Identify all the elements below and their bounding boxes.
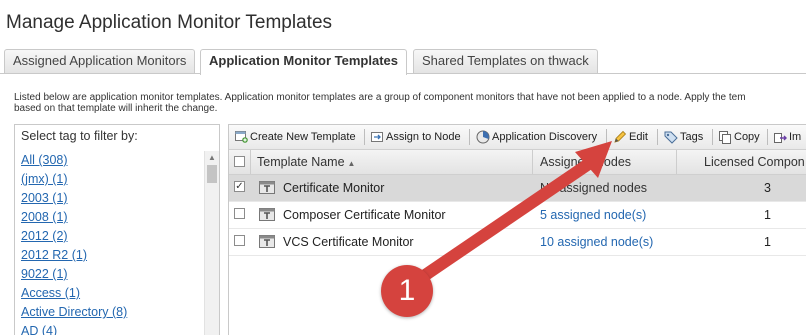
assign-to-node-button[interactable]: Assign to Node [371, 129, 461, 145]
column-divider [532, 150, 533, 174]
assigned-nodes-link[interactable]: 5 assigned node(s) [540, 202, 646, 228]
import-button[interactable]: Im [774, 129, 801, 145]
column-header-template-name-label: Template Name [257, 155, 345, 169]
tag-filter-header: Select tag to filter by: [21, 129, 138, 143]
tag-link[interactable]: (jmx) (1) [21, 172, 68, 186]
tag-item: 2012 R2 (1) [21, 246, 127, 265]
tag-item: All (308) [21, 151, 127, 170]
templates-grid: Create New Template Assign to Node Appli… [228, 124, 806, 335]
column-header-assigned-nodes[interactable]: Assigned Nodes [540, 150, 631, 174]
edit-label: Edit [629, 131, 648, 143]
tab-assigned-application-monitors[interactable]: Assigned Application Monitors [4, 49, 196, 73]
assign-icon [371, 132, 383, 143]
row-checkbox[interactable] [234, 235, 245, 246]
template-icon [259, 181, 275, 194]
grid-header: Template Name ▲ Assigned Nodes Licensed C… [229, 150, 806, 175]
toolbar-separator [469, 129, 470, 145]
copy-label: Copy [734, 131, 760, 143]
tag-link[interactable]: Access (1) [21, 286, 80, 300]
create-template-icon [235, 131, 248, 143]
tag-list-scrollbar[interactable]: ▲ [204, 151, 219, 335]
tag-item: Active Directory (8) [21, 303, 127, 322]
column-header-licensed-components[interactable]: Licensed Compon [704, 150, 805, 174]
import-label: Im [789, 131, 802, 143]
tag-link[interactable]: All (308) [21, 153, 68, 167]
tag-item: AD (4) [21, 322, 127, 335]
licensed-components-count: 3 [764, 181, 771, 195]
tags-button[interactable]: Tags [664, 129, 703, 145]
tag-link[interactable]: 2012 R2 (1) [21, 248, 87, 262]
annotation-badge: 1 [381, 265, 433, 317]
template-name[interactable]: Certificate Monitor [283, 175, 384, 201]
tag-link[interactable]: Active Directory (8) [21, 305, 127, 319]
tag-link[interactable]: 2012 (2) [21, 229, 68, 243]
tag-item: Access (1) [21, 284, 127, 303]
tag-link[interactable]: 2003 (1) [21, 191, 68, 205]
toolbar-separator [606, 129, 607, 145]
description: Listed below are application monitor tem… [14, 92, 806, 114]
template-name[interactable]: VCS Certificate Monitor [283, 229, 414, 255]
assign-to-node-label: Assign to Node [386, 131, 461, 143]
assigned-nodes: No assigned nodes [540, 181, 648, 195]
copy-button[interactable]: Copy [719, 129, 760, 145]
licensed-components-count: 1 [764, 235, 771, 249]
page-title: Manage Application Monitor Templates [6, 12, 333, 33]
create-new-template-label: Create New Template [250, 131, 356, 143]
pencil-icon [614, 131, 627, 143]
toolbar-separator [364, 129, 365, 145]
assigned-nodes-link[interactable]: 10 assigned node(s) [540, 229, 653, 255]
template-icon [259, 208, 275, 221]
edit-button[interactable]: Edit [613, 129, 648, 145]
tag-item: 2003 (1) [21, 189, 127, 208]
tag-icon [664, 131, 678, 144]
tag-list: All (308) (jmx) (1) 2003 (1) 2008 (1) 20… [21, 151, 127, 335]
grid-toolbar: Create New Template Assign to Node Appli… [229, 125, 806, 150]
table-row[interactable]: VCS Certificate Monitor 10 assigned node… [229, 229, 806, 256]
licensed-components-count: 1 [764, 208, 771, 222]
select-all-checkbox[interactable] [234, 156, 245, 167]
row-checkbox[interactable] [234, 208, 245, 219]
column-header-template-name[interactable]: Template Name ▲ [257, 150, 355, 174]
template-icon [259, 235, 275, 248]
tag-link[interactable]: AD (4) [21, 324, 57, 335]
column-divider [676, 150, 677, 174]
tags-label: Tags [680, 131, 704, 143]
scrollbar-thumb[interactable] [207, 165, 217, 183]
tab-application-monitor-templates[interactable]: Application Monitor Templates [200, 49, 407, 75]
tag-item: 2008 (1) [21, 208, 127, 227]
create-new-template-button[interactable]: Create New Template [235, 129, 356, 145]
description-line-1: Listed below are application monitor tem… [14, 92, 746, 103]
tag-link[interactable]: 9022 (1) [21, 267, 68, 281]
template-name[interactable]: Composer Certificate Monitor [283, 202, 446, 228]
tag-link[interactable]: 2008 (1) [21, 210, 68, 224]
toolbar-separator [767, 129, 768, 145]
tab-bar: Assigned Application Monitors Applicatio… [0, 46, 806, 75]
description-line-2: based on that template will inherit the … [14, 103, 218, 114]
tag-item: 9022 (1) [21, 265, 127, 284]
scroll-up-icon[interactable]: ▲ [208, 153, 216, 162]
discovery-icon [476, 130, 490, 144]
application-discovery-button[interactable]: Application Discovery [476, 129, 597, 145]
tag-item: 2012 (2) [21, 227, 127, 246]
tab-shared-templates-on-thwack[interactable]: Shared Templates on thwack [413, 49, 598, 73]
column-divider [250, 150, 251, 174]
toolbar-separator [712, 129, 713, 145]
sort-ascending-icon: ▲ [347, 159, 356, 168]
import-icon [774, 132, 787, 143]
toolbar-separator [657, 129, 658, 145]
application-discovery-label: Application Discovery [492, 131, 598, 143]
copy-icon [719, 130, 731, 144]
table-row[interactable]: Composer Certificate Monitor 5 assigned … [229, 202, 806, 229]
row-checkbox[interactable]: ✓ [234, 181, 245, 192]
table-row[interactable]: ✓ Certificate Monitor No assigned nodes … [229, 175, 806, 202]
tag-filter-panel: Select tag to filter by: All (308) (jmx)… [14, 124, 220, 335]
tag-item: (jmx) (1) [21, 170, 127, 189]
